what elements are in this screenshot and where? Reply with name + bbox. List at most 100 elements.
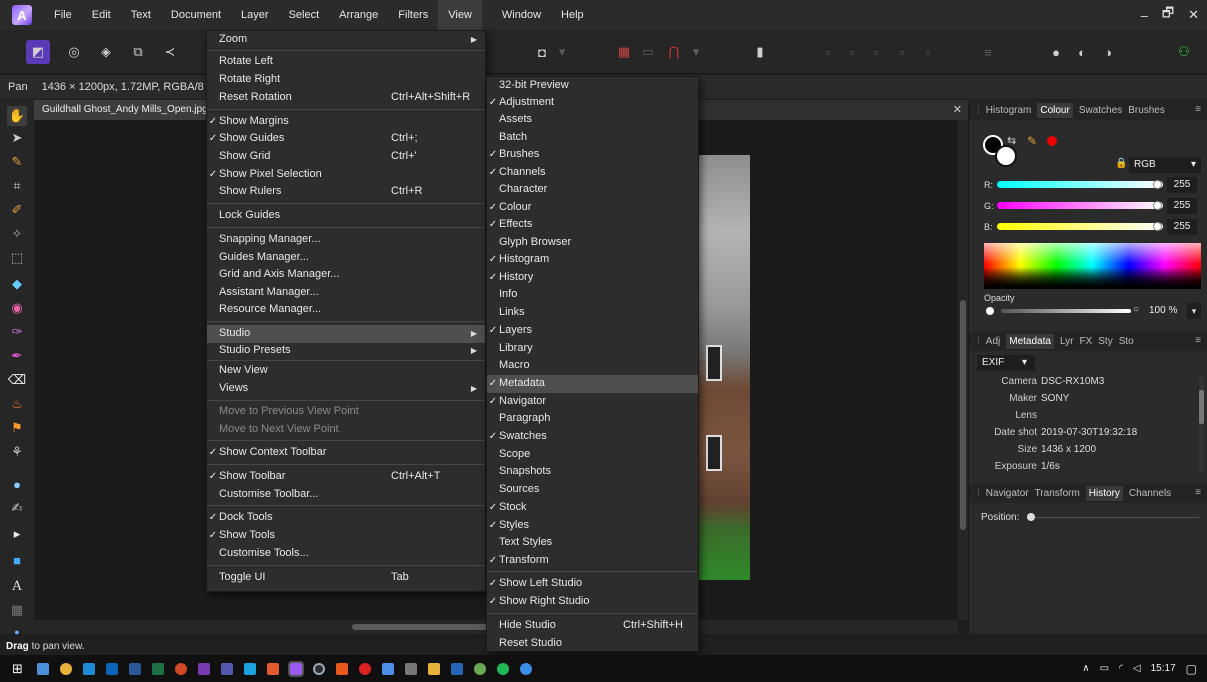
menu-item-links[interactable]: Links — [487, 304, 698, 322]
smudge-tool-icon[interactable]: ✍ — [7, 498, 27, 518]
minimize-button[interactable]: – — [1141, 8, 1148, 23]
secondary-colour-swatch[interactable] — [995, 145, 1017, 167]
menu-item-effects[interactable]: ✓ Effects — [487, 216, 698, 234]
menu-item-show-margins[interactable]: ✓ Show Margins — [207, 113, 485, 131]
liquify-persona-icon[interactable]: ◎ — [62, 40, 86, 64]
tab-transform[interactable]: Transform — [1035, 488, 1080, 499]
history-position-knob[interactable] — [1027, 513, 1035, 521]
menu-item-sources[interactable]: Sources — [487, 481, 698, 499]
menu-item-histogram[interactable]: ✓ Histogram — [487, 251, 698, 269]
red-slider[interactable] — [997, 181, 1163, 188]
battery-icon[interactable]: ▭ — [1100, 663, 1109, 674]
menu-item-glyph-browser[interactable]: Glyph Browser — [487, 234, 698, 252]
menu-item-styles[interactable]: ✓ Styles — [487, 517, 698, 535]
menu-item-paragraph[interactable]: Paragraph — [487, 410, 698, 428]
close-button[interactable]: ✕ — [1188, 7, 1199, 23]
menu-item-studio-presets[interactable]: Studio Presets ▶ — [207, 342, 485, 360]
affinity-designer-icon[interactable] — [244, 662, 257, 675]
menu-item-stock[interactable]: ✓ Stock — [487, 499, 698, 517]
tab-channels[interactable]: Channels — [1129, 488, 1171, 499]
app-icon-8[interactable] — [520, 662, 533, 675]
panel-menu-icon[interactable]: ≡ — [1195, 487, 1201, 498]
menu-help[interactable]: Help — [551, 0, 594, 30]
menu-item-snapshots[interactable]: Snapshots — [487, 463, 698, 481]
menu-item-transform[interactable]: ✓ Transform — [487, 552, 698, 570]
notifications-icon[interactable]: ▢ — [1186, 662, 1197, 676]
quick-mask-icon[interactable]: ● — [1044, 40, 1068, 64]
blur-tool-icon[interactable]: ● — [7, 474, 27, 494]
gradient-tool-icon[interactable]: ◉ — [7, 298, 27, 318]
menu-item-reset-rotation[interactable]: Reset Rotation Ctrl+Alt+Shift+R — [207, 89, 485, 107]
pen-tool-icon[interactable]: ▸ — [7, 524, 27, 544]
color-picker-tool-icon[interactable]: ✎ — [7, 152, 27, 172]
menu-item-show-tools[interactable]: ✓ Show Tools — [207, 527, 485, 545]
restore-button[interactable]: 🗗 — [1162, 4, 1174, 26]
crop-tool-icon[interactable]: ⌗ — [7, 176, 27, 196]
app-icon-5[interactable] — [428, 662, 441, 675]
metadata-preset-dropdown[interactable]: EXIF ▾ — [977, 355, 1035, 371]
menu-item-customise-tools[interactable]: Customise Tools... — [207, 545, 485, 563]
edge-icon[interactable] — [83, 662, 96, 675]
menu-item-snapping-manager[interactable]: Snapping Manager... — [207, 231, 485, 249]
flood-fill-tool-icon[interactable]: ◆ — [7, 274, 27, 294]
teams-icon[interactable] — [221, 662, 234, 675]
export-persona-icon[interactable]: ≺ — [158, 40, 182, 64]
pan-tool-icon[interactable]: ✋ — [7, 106, 27, 126]
menu-item-grid-and-axis-manager[interactable]: Grid and Axis Manager... — [207, 266, 485, 284]
menu-item-info[interactable]: Info — [487, 286, 698, 304]
affinity-publisher-icon[interactable] — [267, 662, 280, 675]
menu-item-reset-studio[interactable]: Reset Studio — [487, 635, 698, 653]
word-icon[interactable] — [129, 662, 142, 675]
colour-spectrum[interactable] — [984, 243, 1201, 289]
windows-start-icon[interactable]: ⊞ — [12, 661, 23, 677]
menu-item-toggle-ui[interactable]: Toggle UI Tab — [207, 569, 485, 587]
opacity-knob-icon[interactable]: ○ — [1133, 304, 1139, 315]
guides-icon[interactable]: ▭ — [636, 40, 660, 64]
menu-item-rotate-left[interactable]: Rotate Left — [207, 53, 485, 71]
blue-value[interactable]: 255 — [1167, 219, 1197, 235]
menu-item-colour[interactable]: ✓ Colour — [487, 199, 698, 217]
menu-item-guides-manager[interactable]: Guides Manager... — [207, 249, 485, 267]
chrome-icon[interactable] — [60, 662, 73, 675]
menu-select[interactable]: Select — [279, 0, 330, 30]
mesh-tool-icon[interactable]: ▦ — [7, 600, 27, 620]
panel-grip-icon[interactable]: ⁞ — [977, 105, 980, 116]
volume-icon[interactable]: ◁ — [1133, 663, 1141, 674]
clock[interactable]: 15:17 — [1151, 663, 1176, 674]
panel-menu-icon[interactable]: ≡ — [1195, 335, 1201, 346]
arrange5-icon[interactable]: ▫ — [916, 40, 940, 64]
menu-item-macro[interactable]: Macro — [487, 357, 698, 375]
menu-item-assets[interactable]: Assets — [487, 111, 698, 129]
menu-item-adjustment[interactable]: ✓ Adjustment — [487, 94, 698, 112]
arrange3-icon[interactable]: ▫ — [864, 40, 888, 64]
menu-edit[interactable]: Edit — [82, 0, 121, 30]
menu-item-show-grid[interactable]: Show Grid Ctrl+' — [207, 148, 485, 166]
menu-arrange[interactable]: Arrange — [329, 0, 388, 30]
metadata-scrollbar[interactable] — [1199, 376, 1204, 471]
onenote-icon[interactable] — [198, 662, 211, 675]
snapping-magnet-icon[interactable]: ⋂ — [662, 40, 686, 64]
menu-item-library[interactable]: Library — [487, 340, 698, 358]
blue-slider-knob[interactable] — [1153, 222, 1162, 231]
tone-mapping-persona-icon[interactable]: ⧉ — [126, 40, 150, 64]
menu-item-show-pixel-selection[interactable]: ✓ Show Pixel Selection — [207, 166, 485, 184]
vertical-scrollbar-thumb[interactable] — [960, 300, 966, 530]
file-explorer-icon[interactable] — [37, 662, 50, 675]
swap-colours-icon[interactable]: ⇆ — [1007, 134, 1016, 147]
tab-history[interactable]: History — [1085, 485, 1123, 501]
menu-item-swatches[interactable]: ✓ Swatches — [487, 428, 698, 446]
lock-icon[interactable]: 🔒 — [1115, 158, 1127, 169]
account-icon[interactable]: ⚇ — [1172, 40, 1196, 64]
tab-swatches[interactable]: Swatches — [1079, 105, 1122, 116]
menu-item-zoom[interactable]: Zoom ▶ — [207, 31, 485, 49]
app-icon-3[interactable] — [359, 662, 372, 675]
close-icon[interactable]: ✕ — [953, 103, 962, 116]
menu-item-show-guides[interactable]: ✓ Show Guides Ctrl+; — [207, 130, 485, 148]
document-tab[interactable]: Guildhall Ghost_Andy Mills_Open.jpg — [34, 100, 208, 120]
menu-item-channels[interactable]: ✓ Channels — [487, 164, 698, 182]
powerpoint-icon[interactable] — [175, 662, 188, 675]
menu-item-show-right-studio[interactable]: ✓ Show Right Studio — [487, 593, 698, 611]
arrange-icon[interactable]: ▫ — [816, 40, 840, 64]
green-value[interactable]: 255 — [1167, 198, 1197, 214]
blue-slider[interactable] — [997, 223, 1163, 230]
